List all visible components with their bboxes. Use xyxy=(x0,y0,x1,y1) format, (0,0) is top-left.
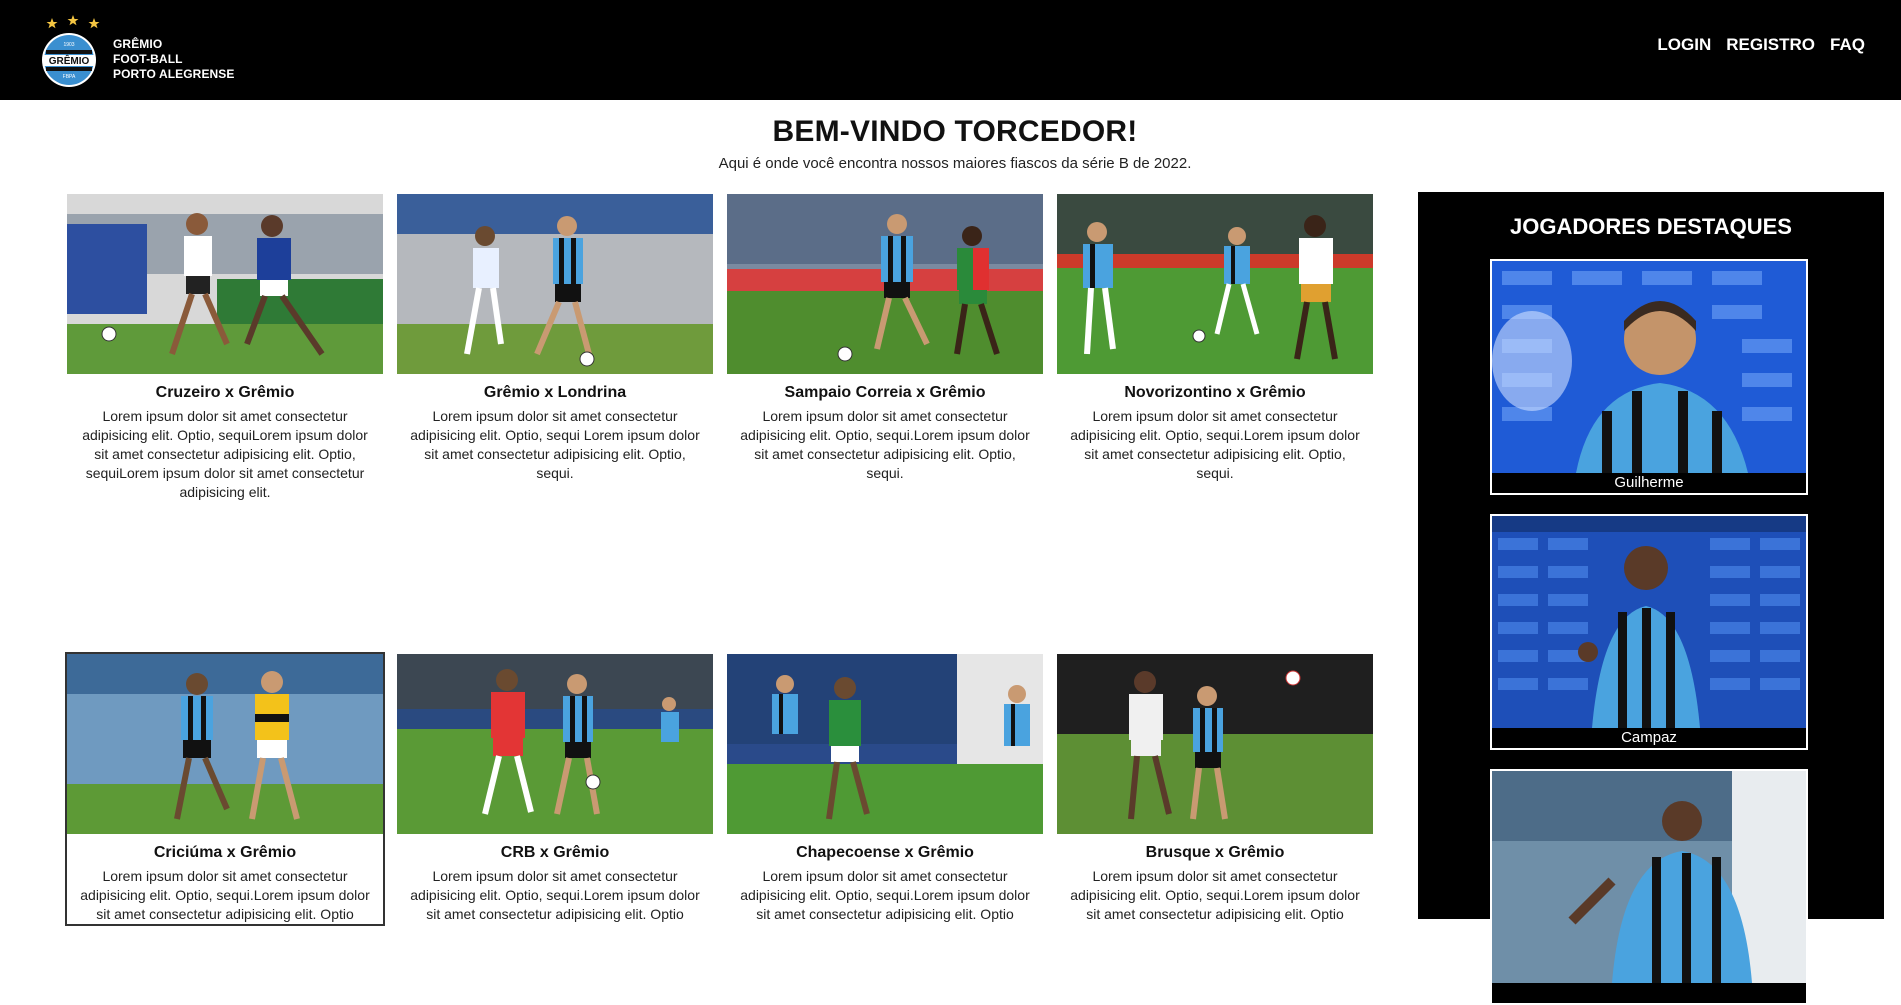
logo-year: 1903 xyxy=(63,42,74,48)
player-card[interactable]: Guilherme xyxy=(1490,259,1808,495)
nav-faq-link[interactable]: FAQ xyxy=(1830,35,1865,55)
match-photo[interactable] xyxy=(1057,654,1373,834)
nav-login-link[interactable]: LOGIN xyxy=(1657,35,1711,55)
player-photo[interactable] xyxy=(1492,516,1806,728)
match-card[interactable]: Cruzeiro x Grêmio Lorem ipsum dolor sit … xyxy=(67,194,383,502)
match-card[interactable]: CRB x Grêmio Lorem ipsum dolor sit amet … xyxy=(397,654,713,924)
nav-registro-link[interactable]: REGISTRO xyxy=(1726,35,1815,55)
player-card[interactable] xyxy=(1490,769,1808,1005)
page-subtitle: Aqui é onde você encontra nossos maiores… xyxy=(718,155,1192,172)
site-header: GRÊMIO 1903 FBPA GRÊMIO FOOT-BALL PORTO … xyxy=(0,0,1901,100)
featured-players-sidebar: JOGADORES DESTAQUES Guilherme Campaz xyxy=(1418,192,1884,1005)
match-title: Sampaio Correia x Grêmio xyxy=(784,384,986,401)
match-photo[interactable] xyxy=(397,654,713,834)
logo-sub: FBPA xyxy=(63,74,76,80)
match-description: Lorem ipsum dolor sit amet consectetur a… xyxy=(410,868,700,922)
logo-text: GRÊMIO xyxy=(49,54,90,67)
welcome-section: BEM-VINDO TORCEDOR! Aqui é onde você enc… xyxy=(0,115,1901,172)
player-name: Guilherme xyxy=(1614,474,1684,491)
match-photo[interactable] xyxy=(397,194,713,374)
match-description: Lorem ipsum dolor sit amet consectetur a… xyxy=(740,868,1030,922)
brand-line-3: PORTO ALEGRENSE xyxy=(113,67,235,81)
match-title: CRB x Grêmio xyxy=(500,844,610,861)
sidebar-title: JOGADORES DESTAQUES xyxy=(1510,214,1792,239)
match-description: Lorem ipsum dolor sit amet consectetur a… xyxy=(740,408,1030,481)
player-name: Campaz xyxy=(1621,729,1677,746)
player-photo[interactable] xyxy=(1492,771,1806,983)
match-card[interactable]: Brusque x Grêmio Lorem ipsum dolor sit a… xyxy=(1057,654,1373,924)
brand-line-2: FOOT-BALL xyxy=(113,52,183,66)
match-card[interactable]: Criciúma x Grêmio Lorem ipsum dolor sit … xyxy=(65,652,385,926)
page-title: BEM-VINDO TORCEDOR! xyxy=(772,115,1138,148)
match-photo[interactable] xyxy=(67,654,383,834)
brand-line-1: GRÊMIO xyxy=(113,37,163,51)
top-nav: LOGIN REGISTRO FAQ xyxy=(1657,35,1865,55)
player-photo[interactable] xyxy=(1492,261,1806,473)
brand-name: GRÊMIO FOOT-BALL PORTO ALEGRENSE xyxy=(113,37,235,82)
match-title: Grêmio x Londrina xyxy=(483,384,627,401)
match-card[interactable]: Grêmio x Londrina Lorem ipsum dolor sit … xyxy=(397,194,713,483)
match-title: Novorizontino x Grêmio xyxy=(1124,384,1306,401)
match-card[interactable]: Chapecoense x Grêmio Lorem ipsum dolor s… xyxy=(727,654,1043,924)
match-title: Cruzeiro x Grêmio xyxy=(155,384,295,401)
match-description: Lorem ipsum dolor sit amet consectetur a… xyxy=(80,868,370,922)
player-card[interactable]: Campaz xyxy=(1490,514,1808,750)
match-card[interactable]: Sampaio Correia x Grêmio Lorem ipsum dol… xyxy=(727,194,1043,483)
match-description: Lorem ipsum dolor sit amet consectetur a… xyxy=(410,408,700,481)
match-description: Lorem ipsum dolor sit amet consectetur a… xyxy=(1070,408,1360,481)
match-description: Lorem ipsum dolor sit amet consectetur a… xyxy=(82,408,368,500)
match-photo[interactable] xyxy=(1057,194,1373,374)
match-photo[interactable] xyxy=(727,654,1043,834)
match-photo[interactable] xyxy=(727,194,1043,374)
match-card[interactable]: Novorizontino x Grêmio Lorem ipsum dolor… xyxy=(1057,194,1373,483)
match-description: Lorem ipsum dolor sit amet consectetur a… xyxy=(1070,868,1360,922)
match-title: Brusque x Grêmio xyxy=(1145,844,1285,861)
match-photo[interactable] xyxy=(67,194,383,374)
match-title: Chapecoense x Grêmio xyxy=(796,844,974,861)
gremio-crest-logo[interactable]: GRÊMIO 1903 FBPA xyxy=(38,12,108,88)
match-title: Criciúma x Grêmio xyxy=(153,844,297,861)
